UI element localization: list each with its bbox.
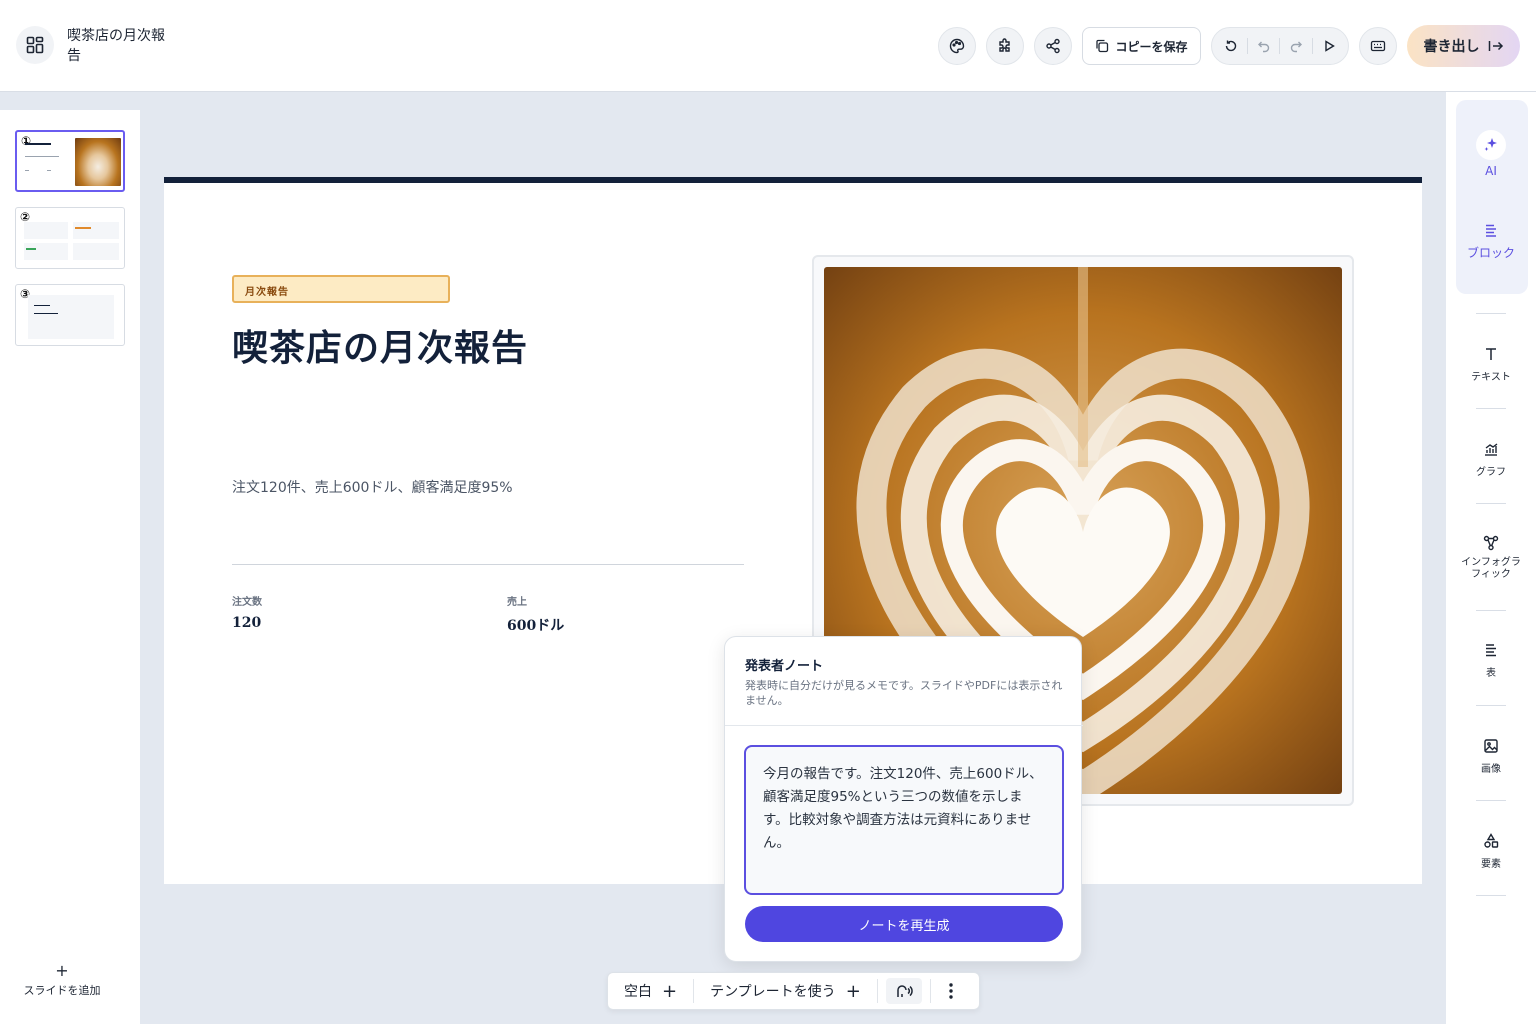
keyboard-icon bbox=[1370, 38, 1386, 54]
tool-block[interactable]: ブロック bbox=[1446, 222, 1536, 261]
tool-elements-label: 要素 bbox=[1481, 859, 1501, 870]
plugin-button[interactable] bbox=[986, 27, 1024, 65]
image-icon bbox=[1483, 738, 1499, 754]
export-button[interactable]: 書き出し bbox=[1407, 25, 1520, 67]
tool-elements[interactable]: 要素 bbox=[1446, 833, 1536, 870]
tool-panel: AI ブロック テキスト グラフ インフォグラフィック 表 画像 要素 bbox=[1446, 92, 1536, 1024]
chart-icon bbox=[1483, 441, 1499, 457]
speaker-notes-panel: 発表者ノート 発表時に自分だけが見るメモです。スライドやPDFには表示されません… bbox=[724, 636, 1083, 962]
copy-save-label: コピーを保存 bbox=[1115, 39, 1188, 54]
tool-block-label: ブロック bbox=[1466, 246, 1515, 260]
tool-infographic-label: インフォグラフィック bbox=[1461, 557, 1521, 580]
play-icon[interactable] bbox=[1322, 39, 1336, 53]
undo-icon[interactable] bbox=[1257, 39, 1271, 53]
palette-icon bbox=[949, 38, 965, 54]
text-icon bbox=[1483, 346, 1499, 362]
speaker-notes-toggle[interactable] bbox=[885, 978, 922, 1004]
plus-icon: + bbox=[55, 961, 69, 980]
notes-heading: 発表者ノート bbox=[745, 659, 824, 674]
slide-title[interactable]: 喫茶店の月次報告 bbox=[232, 319, 528, 371]
slide-thumbnail-2[interactable]: ② bbox=[15, 207, 125, 269]
plus-icon: + bbox=[845, 980, 861, 1002]
tool-table[interactable]: 表 bbox=[1446, 642, 1536, 679]
reset-icon[interactable] bbox=[1224, 39, 1238, 53]
use-template-button[interactable]: テンプレートを使う + bbox=[694, 973, 877, 1009]
sparkle-icon bbox=[1483, 137, 1499, 153]
blank-label: 空白 bbox=[624, 984, 652, 1000]
tool-infographic[interactable]: インフォグラフィック bbox=[1446, 535, 1536, 581]
top-bar: 喫茶店の月次報告 コピーを保存 書き出し bbox=[0, 0, 1536, 92]
tool-image-label: 画像 bbox=[1481, 764, 1501, 775]
copy-save-button[interactable]: コピーを保存 bbox=[1082, 27, 1201, 65]
tool-chart[interactable]: グラフ bbox=[1446, 441, 1536, 478]
add-blank-slide-button[interactable]: 空白 + bbox=[608, 973, 693, 1009]
tool-table-label: 表 bbox=[1486, 668, 1496, 679]
more-options-button[interactable] bbox=[931, 973, 971, 1009]
regenerate-notes-button[interactable]: ノートを再生成 bbox=[745, 906, 1063, 942]
plus-icon: + bbox=[662, 980, 678, 1002]
tool-text-label: テキスト bbox=[1471, 372, 1511, 383]
export-label: 書き出し bbox=[1423, 39, 1480, 55]
tool-ai-label: AI bbox=[1485, 164, 1497, 178]
voice-icon bbox=[895, 983, 913, 999]
tool-text[interactable]: テキスト bbox=[1446, 346, 1536, 383]
history-controls bbox=[1211, 27, 1349, 65]
stat-sales-label[interactable]: 売上 bbox=[507, 593, 527, 608]
document-title[interactable]: 喫茶店の月次報告 bbox=[67, 26, 167, 66]
add-slide-button[interactable]: + スライドを追加 bbox=[0, 960, 124, 998]
redo-icon[interactable] bbox=[1289, 39, 1303, 53]
bottom-toolbar: 空白 + テンプレートを使う + bbox=[607, 972, 980, 1010]
copy-icon bbox=[1095, 39, 1109, 53]
slide-subtitle[interactable]: 注文120件、売上600ドル、顧客満足度95% bbox=[232, 477, 513, 497]
tool-image[interactable]: 画像 bbox=[1446, 738, 1536, 775]
slide-badge[interactable]: 月次報告 bbox=[232, 275, 450, 303]
stat-sales-value[interactable]: 600ドル bbox=[507, 615, 564, 635]
slide-divider bbox=[232, 564, 744, 565]
notes-description: 発表時に自分だけが見るメモです。スライドやPDFには表示されません。 bbox=[745, 679, 1063, 707]
thumbnail-number: ① bbox=[21, 134, 32, 148]
share-icon bbox=[1045, 38, 1061, 54]
export-arrow-icon bbox=[1488, 39, 1504, 53]
grid-icon bbox=[26, 36, 44, 54]
share-button[interactable] bbox=[1034, 27, 1072, 65]
slide-thumbnail-1[interactable]: ① bbox=[15, 130, 125, 192]
kebab-menu-icon bbox=[949, 983, 953, 999]
slide-thumbnail-3[interactable]: ③ bbox=[15, 284, 125, 346]
block-icon bbox=[1483, 222, 1499, 238]
notes-textarea[interactable]: 今月の報告です。注文120件、売上600ドル、顧客満足度95%という三つの数値を… bbox=[744, 745, 1064, 895]
stat-orders-value[interactable]: 120 bbox=[232, 615, 261, 631]
keyboard-shortcuts-button[interactable] bbox=[1359, 27, 1397, 65]
infographic-icon bbox=[1483, 535, 1499, 551]
tool-chart-label: グラフ bbox=[1476, 467, 1506, 478]
shapes-icon bbox=[1483, 833, 1499, 849]
add-slide-label: スライドを追加 bbox=[23, 984, 101, 997]
puzzle-icon bbox=[997, 38, 1013, 54]
table-icon bbox=[1483, 642, 1499, 658]
tool-ai[interactable]: AI bbox=[1446, 130, 1536, 178]
stat-orders-label[interactable]: 注文数 bbox=[232, 593, 262, 608]
thumbnail-photo bbox=[75, 138, 121, 186]
menu-button[interactable] bbox=[16, 26, 54, 64]
template-label: テンプレートを使う bbox=[710, 984, 836, 1000]
theme-button[interactable] bbox=[938, 27, 976, 65]
